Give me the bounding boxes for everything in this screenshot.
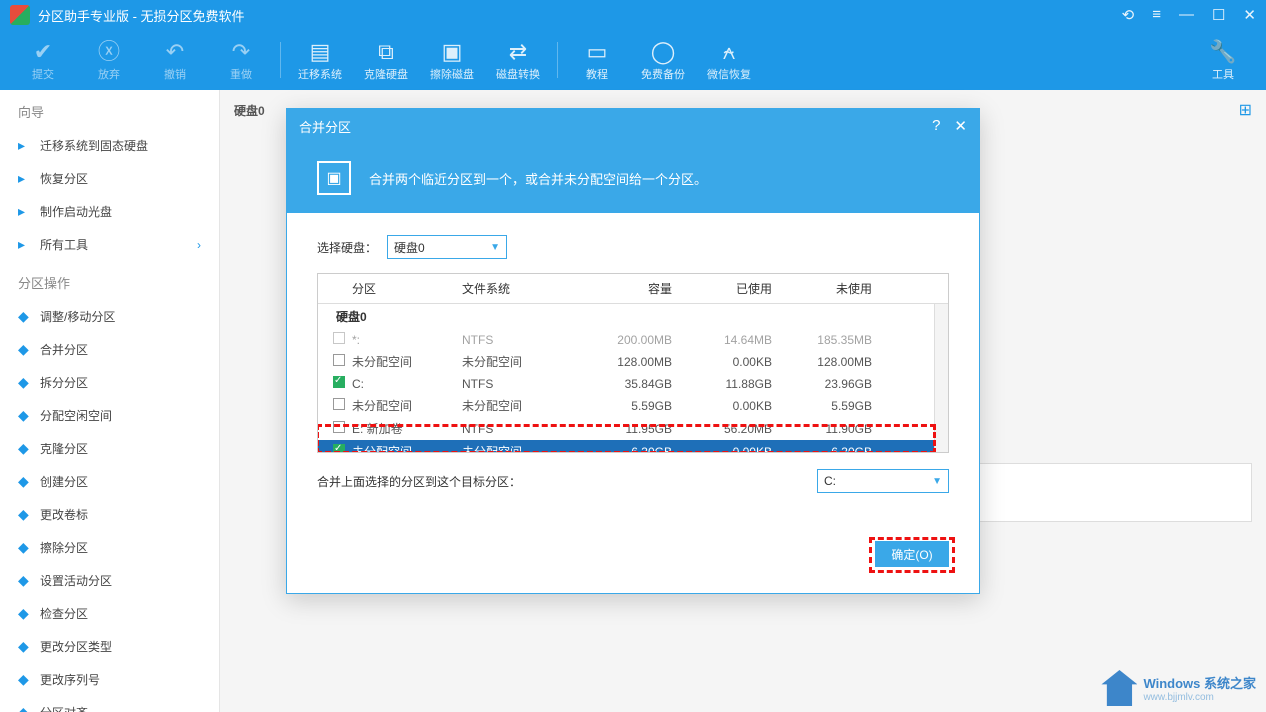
row-checkbox[interactable] [333, 376, 345, 388]
cell-capacity: 11.95GB [572, 422, 672, 436]
app-logo-icon [10, 5, 30, 25]
select-disk-combo[interactable]: 硬盘0▼ [387, 235, 507, 259]
window-controls: ⟲ ≡ — ☐ ✕ [1122, 6, 1256, 24]
house-icon [1101, 670, 1137, 706]
dialog-title: 合并分区 [299, 117, 351, 136]
partition-table: 分区 文件系统 容量 已使用 未使用 硬盘0 *:NTFS200.00MB14.… [317, 273, 949, 453]
row-checkbox[interactable] [333, 398, 345, 410]
dialog-banner: ▣ 合并两个临近分区到一个，或合并未分配空间给一个分区。 [287, 143, 979, 213]
cell-free: 6.30GB [772, 445, 872, 453]
cell-partition: E: 新加卷 [352, 420, 462, 437]
cell-partition: 未分配空间 [352, 443, 462, 452]
migrate-os-button[interactable]: ▤迁移系统 [287, 38, 353, 82]
cell-used: 0.00KB [672, 355, 772, 369]
table-row[interactable]: C:NTFS35.84GB11.88GB23.96GB [318, 373, 948, 394]
select-disk-label: 选择硬盘： [317, 239, 377, 256]
table-row[interactable]: *:NTFS200.00MB14.64MB185.35MB [318, 329, 948, 350]
ok-button[interactable]: 确定(O) [875, 541, 949, 567]
wechat-recover-button[interactable]: ⍲微信恢复 [696, 38, 762, 82]
convert-disk-button[interactable]: ⇄磁盘转换 [485, 38, 551, 82]
redo-button[interactable]: ↷重做 [208, 38, 274, 82]
cell-free: 11.90GB [772, 422, 872, 436]
cell-used: 14.64MB [672, 333, 772, 347]
cell-used: 11.88GB [672, 377, 772, 391]
watermark: Windows 系统之家 www.bjjmlv.com [1101, 670, 1256, 706]
table-group: 硬盘0 [318, 304, 948, 329]
cell-partition: 未分配空间 [352, 353, 462, 370]
tutorial-button[interactable]: ▭教程 [564, 38, 630, 82]
dialog-close-icon[interactable]: ✕ [954, 117, 967, 135]
merge-icon: ▣ [317, 161, 351, 195]
cell-partition: 未分配空间 [352, 397, 462, 414]
cell-capacity: 200.00MB [572, 333, 672, 347]
cell-filesystem: NTFS [462, 333, 572, 347]
merge-target-combo[interactable]: C:▼ [817, 469, 949, 493]
cell-filesystem: 未分配空间 [462, 353, 572, 370]
cell-used: 56.20MB [672, 422, 772, 436]
row-checkbox[interactable] [333, 421, 345, 433]
dialog-banner-text: 合并两个临近分区到一个，或合并未分配空间给一个分区。 [369, 169, 707, 188]
cell-free: 128.00MB [772, 355, 872, 369]
wipe-disk-button[interactable]: ▣擦除磁盘 [419, 38, 485, 82]
table-row[interactable]: E: 新加卷NTFS11.95GB56.20MB11.90GB [318, 417, 948, 440]
refresh-icon[interactable]: ⟲ [1122, 6, 1135, 24]
table-row[interactable]: 未分配空间未分配空间5.59GB0.00KB5.59GB [318, 394, 948, 417]
dialog-merge-partition: 合并分区 ? ✕ ▣ 合并两个临近分区到一个，或合并未分配空间给一个分区。 选择… [0, 90, 1266, 712]
row-checkbox[interactable] [333, 444, 345, 452]
cell-free: 5.59GB [772, 399, 872, 413]
clone-disk-button[interactable]: ⧉克隆硬盘 [353, 38, 419, 82]
watermark-url: www.bjjmlv.com [1143, 692, 1256, 703]
watermark-brand: Windows 系统之家 [1143, 676, 1256, 691]
cell-free: 185.35MB [772, 333, 872, 347]
minimize-icon[interactable]: — [1179, 6, 1194, 24]
row-checkbox[interactable] [333, 332, 345, 344]
row-checkbox[interactable] [333, 354, 345, 366]
table-scrollbar[interactable] [934, 304, 948, 452]
table-row[interactable]: 未分配空间未分配空间6.30GB0.00KB6.30GB [318, 440, 948, 452]
table-header: 分区 文件系统 容量 已使用 未使用 [318, 274, 948, 304]
help-icon[interactable]: ? [932, 117, 940, 135]
merge-target-label: 合并上面选择的分区到这个目标分区： [317, 473, 521, 490]
dialog-titlebar: 合并分区 ? ✕ [287, 109, 979, 143]
commit-button[interactable]: ✔提交 [10, 38, 76, 82]
cell-used: 0.00KB [672, 445, 772, 453]
cell-filesystem: 未分配空间 [462, 397, 572, 414]
table-row[interactable]: 未分配空间未分配空间128.00MB0.00KB128.00MB [318, 350, 948, 373]
cell-partition: *: [352, 333, 462, 347]
undo-button[interactable]: ↶撤销 [142, 38, 208, 82]
cell-filesystem: 未分配空间 [462, 443, 572, 452]
cell-capacity: 35.84GB [572, 377, 672, 391]
app-title: 分区助手专业版 - 无损分区免费软件 [38, 6, 245, 25]
cell-used: 0.00KB [672, 399, 772, 413]
cell-partition: C: [352, 377, 462, 391]
cell-filesystem: NTFS [462, 377, 572, 391]
discard-button[interactable]: ⓧ放弃 [76, 38, 142, 82]
tools-button[interactable]: 🔧工具 [1190, 38, 1256, 82]
cell-capacity: 6.30GB [572, 445, 672, 453]
main-toolbar: ✔提交 ⓧ放弃 ↶撤销 ↷重做 ▤迁移系统 ⧉克隆硬盘 ▣擦除磁盘 ⇄磁盘转换 … [0, 30, 1266, 90]
cell-capacity: 128.00MB [572, 355, 672, 369]
menu-icon[interactable]: ≡ [1152, 6, 1161, 24]
cell-filesystem: NTFS [462, 422, 572, 436]
cell-free: 23.96GB [772, 377, 872, 391]
close-icon[interactable]: ✕ [1243, 6, 1256, 24]
cell-capacity: 5.59GB [572, 399, 672, 413]
backup-button[interactable]: ◯免费备份 [630, 38, 696, 82]
titlebar: 分区助手专业版 - 无损分区免费软件 ⟲ ≡ — ☐ ✕ [0, 0, 1266, 30]
maximize-icon[interactable]: ☐ [1212, 6, 1225, 24]
